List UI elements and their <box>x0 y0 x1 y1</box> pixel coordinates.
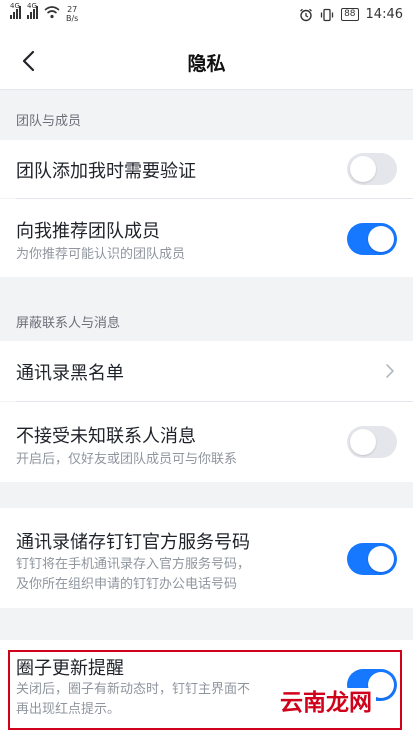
setting-title: 团队添加我时需要验证 <box>16 161 196 182</box>
nav-bar: 隐私 <box>0 32 413 90</box>
toggle-unknown-contacts[interactable] <box>347 426 397 458</box>
signal-label: 4G <box>10 2 20 10</box>
section-header-block: 屏蔽联系人与消息 <box>16 316 121 331</box>
clock: 14:46 <box>365 7 403 22</box>
status-left: 4G 4G 27 B/s <box>10 2 78 23</box>
toggle-official-numbers[interactable] <box>347 543 397 575</box>
toggle-knob <box>350 429 376 455</box>
setting-subtitle-line1: 钉钉将在手机通讯录存入官方服务号码， <box>16 557 251 572</box>
setting-subtitle-line2: 及你所在组织申请的钉钉办公电话号码 <box>16 577 238 592</box>
status-right: 88 14:46 <box>299 7 403 22</box>
setting-title: 通讯录储存钉钉官方服务号码 <box>16 532 250 553</box>
toggle-recommend-members[interactable] <box>347 223 397 255</box>
setting-row-recommend-members: 向我推荐团队成员 为你推荐可能认识的团队成员 <box>0 199 413 277</box>
battery-indicator: 88 <box>341 8 359 21</box>
setting-row-blacklist[interactable]: 通讯录黑名单 <box>0 341 413 401</box>
toggle-team-verify[interactable] <box>347 153 397 185</box>
chevron-right-icon <box>386 364 394 378</box>
wifi-icon <box>44 6 60 19</box>
watermark-logo: 云南龙网 <box>276 688 376 718</box>
setting-title: 不接受未知联系人消息 <box>16 426 196 447</box>
setting-row-official-numbers: 通讯录储存钉钉官方服务号码 钉钉将在手机通讯录存入官方服务号码， 及你所在组织申… <box>0 508 413 608</box>
vibrate-icon <box>320 8 334 21</box>
signal-icon: 4G <box>10 2 21 19</box>
net-speed-value: 27 <box>67 5 78 14</box>
setting-row-unknown-contacts: 不接受未知联系人消息 开启后，仅好友或团队成员可与你联系 <box>0 402 413 482</box>
signal-icon: 4G <box>27 2 38 19</box>
setting-row-team-verify: 团队添加我时需要验证 <box>0 140 413 198</box>
signal-label: 4G <box>27 2 37 10</box>
setting-subtitle: 为你推荐可能认识的团队成员 <box>16 247 186 262</box>
setting-subtitle: 开启后，仅好友或团队成员可与你联系 <box>16 452 238 467</box>
setting-title: 通讯录黑名单 <box>16 363 124 384</box>
status-bar: 4G 4G 27 B/s 88 14:46 <box>0 0 413 32</box>
toggle-knob <box>368 226 394 252</box>
net-speed-unit: B/s <box>66 14 79 23</box>
net-speed: 27 B/s <box>66 5 78 23</box>
setting-title: 向我推荐团队成员 <box>16 221 160 242</box>
toggle-knob <box>350 156 376 182</box>
page-title: 隐私 <box>187 53 226 75</box>
toggle-knob <box>368 546 394 572</box>
alarm-icon <box>300 8 312 21</box>
section-header-team: 团队与成员 <box>16 114 82 129</box>
